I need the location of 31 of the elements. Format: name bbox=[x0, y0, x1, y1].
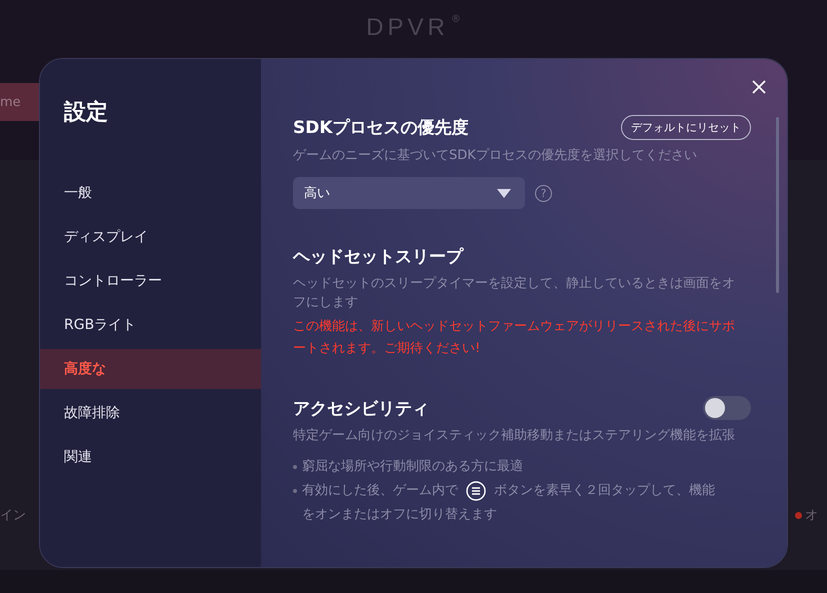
sidebar-item[interactable]: 関連 bbox=[40, 437, 261, 477]
status-dot bbox=[795, 512, 802, 518]
bullet-dot bbox=[293, 465, 297, 469]
warning-text: この機能は、新しいヘッドセットファームウェアがリリースされた後にサポートされます。ご期待ください! bbox=[293, 318, 736, 358]
scrollbar[interactable] bbox=[776, 117, 779, 293]
sidebar-item[interactable]: 高度な bbox=[40, 349, 261, 389]
caret-icon bbox=[497, 188, 511, 198]
reset-button[interactable]: デフォルトにリセット bbox=[621, 115, 751, 140]
section-description: ゲームのニーズに基づいてSDKプロセスの優先度を選択してください bbox=[293, 147, 698, 165]
background-label: イン bbox=[0, 507, 26, 524]
bullet-text: 窮屈な場所や行動制限のある方に最適 bbox=[302, 458, 523, 476]
bullet-text: 有効にした後、ゲーム内で bbox=[302, 482, 458, 500]
section-title: アクセシビリティ bbox=[293, 398, 429, 420]
bullet-text: ボタンを素早く２回タップして、機能 bbox=[494, 482, 715, 500]
sidebar-item[interactable]: 一般 bbox=[40, 173, 261, 213]
section-title: ヘッドセットスリープ bbox=[293, 246, 465, 268]
sidebar-item[interactable]: RGBライト bbox=[40, 305, 261, 345]
sidebar-item[interactable]: ディスプレイ bbox=[40, 217, 261, 257]
bullet-dot bbox=[293, 489, 297, 493]
menu-icon bbox=[466, 481, 486, 501]
sidebar-item[interactable]: コントローラー bbox=[40, 261, 261, 301]
accessibility-toggle[interactable] bbox=[703, 396, 751, 420]
priority-dropdown[interactable]: 高い bbox=[293, 177, 525, 209]
sidebar-item[interactable]: 故障排除 bbox=[40, 393, 261, 433]
bullet-text: をオンまたはオフに切り替えます bbox=[302, 506, 497, 524]
dialog-title: 設定 bbox=[64, 98, 109, 127]
registered-mark: ® bbox=[450, 14, 461, 25]
section-description: ヘッドセットのスリープタイマーを設定して、静止しているときは画面をオフにします bbox=[293, 275, 736, 312]
section-title: SDKプロセスの優先度 bbox=[293, 117, 469, 139]
section-description: 特定ゲーム向けのジョイスティック補助移動またはステアリング機能を拡張 bbox=[293, 427, 736, 445]
background-label: オ bbox=[805, 507, 818, 524]
